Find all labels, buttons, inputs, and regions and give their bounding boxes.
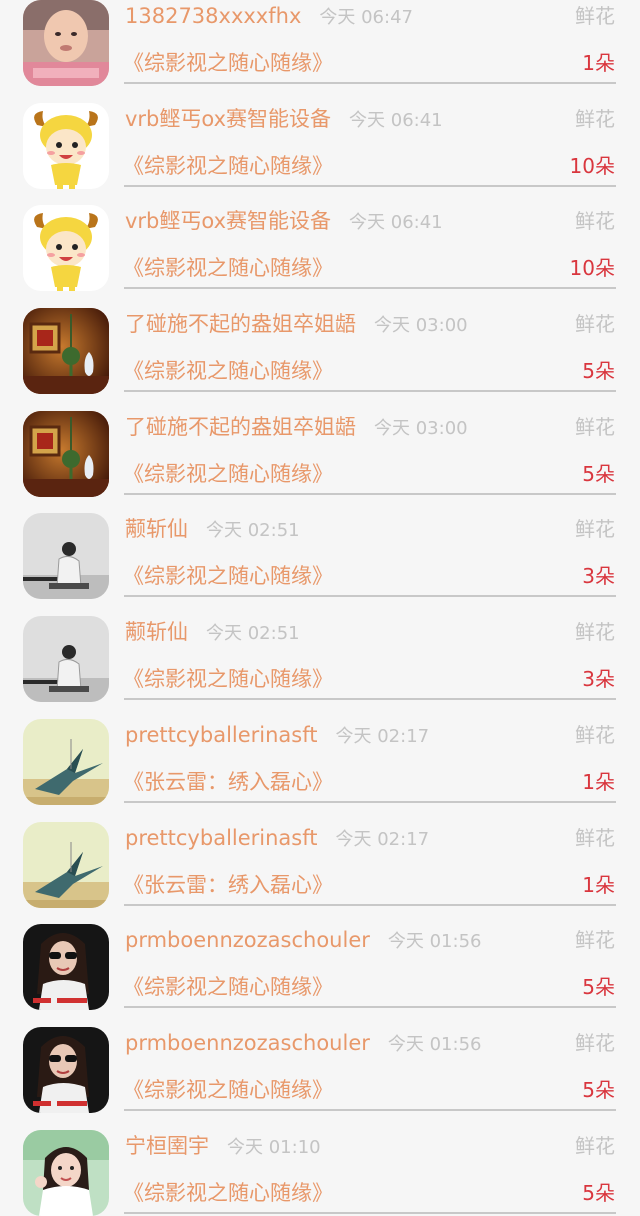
flower-count: 5朵 (582, 461, 615, 486)
user-name-text: prettcyballerinasft (125, 825, 318, 850)
flower-label: 鲜花 (575, 517, 615, 542)
flower-label: 鲜花 (575, 1133, 615, 1158)
timestamp: 今天 01:56 (387, 931, 482, 953)
work-title: 《综影视之随心随缘》 (123, 51, 333, 75)
flower-label: 鲜花 (575, 928, 615, 953)
list-item-1[interactable]: 1382738xxxxfhx 今天 06:47 鲜花 《综影视之随心随缘》 1朵 (0, 0, 640, 86)
flower-count: 1朵 (582, 872, 615, 897)
user-name: 颟斩仙 今天 02:51 (125, 513, 300, 545)
work-title: 《综影视之随心随缘》 (123, 461, 333, 486)
user-name-text: 颟斩仙 (125, 620, 188, 645)
list-item-11[interactable]: prmboennzozaschouler 今天 01:56 鲜花 《综影视之随心随… (0, 1003, 640, 1113)
work-title: 《综影视之随心随缘》 (123, 256, 333, 281)
user-name: 颟斩仙 今天 02:51 (125, 616, 300, 648)
user-name: vrb鲣丐ox赛智能设备 今天 06:41 (125, 205, 443, 237)
sunglasses-woman-photo-avatar[interactable] (23, 924, 109, 1011)
cartoon-goat-icon[interactable] (23, 102, 109, 189)
work-title: 《综影视之随心随缘》 (123, 1077, 333, 1102)
flower-label: 鲜花 (575, 209, 615, 234)
user-name-text: 1382738xxxxfhx (125, 4, 302, 28)
list-item-12[interactable]: 宁桓圉宇 今天 01:10 鲜花 《综影视之随心随缘》 5朵 (0, 1106, 640, 1216)
timestamp: 今天 02:17 (335, 725, 430, 747)
flower-count: 3朵 (582, 667, 615, 692)
user-name: 1382738xxxxfhx 今天 06:47 (125, 0, 413, 32)
flower-count: 1朵 (582, 769, 615, 794)
list-item-3[interactable]: vrb鲣丐ox赛智能设备 今天 06:41 鲜花 《综影视之随心随缘》 10朵 (0, 181, 640, 292)
list-item-8[interactable]: prettcyballerinasft 今天 02:17 鲜花 《张云雷：绣入磊心… (0, 695, 640, 805)
flower-label: 鲜花 (575, 4, 615, 28)
user-name-text: prettcyballerinasft (125, 722, 318, 747)
chinese-decor-photo-avatar[interactable] (23, 308, 109, 395)
flower-label: 鲜花 (575, 414, 615, 439)
user-name-text: 了碰施不起的盎姐卒姐龉 (125, 312, 356, 337)
paper-crane-photo-avatar[interactable] (23, 821, 109, 908)
flower-count: 10朵 (569, 153, 615, 178)
cartoon-goat-icon[interactable] (23, 205, 109, 292)
chinese-decor-photo-avatar[interactable] (23, 410, 109, 497)
work-title: 《综影视之随心随缘》 (123, 975, 333, 1000)
user-name: prmboennzozaschouler 今天 01:56 (125, 924, 481, 956)
flower-count: 5朵 (582, 1077, 615, 1102)
work-title: 《综影视之随心随缘》 (123, 1180, 333, 1205)
list-item-5[interactable]: 了碰施不起的盎姐卒姐龉 今天 03:00 鲜花 《综影视之随心随缘》 5朵 (0, 387, 640, 497)
timestamp: 今天 01:56 (387, 1033, 482, 1055)
baby-photo-avatar[interactable] (23, 0, 109, 86)
gift-record-list: 1382738xxxxfhx 今天 06:47 鲜花 《综影视之随心随缘》 1朵 … (0, 0, 640, 1216)
girl-photo-avatar[interactable] (23, 1129, 109, 1216)
timestamp: 今天 02:51 (206, 520, 300, 542)
list-item-4[interactable]: 了碰施不起的盎姐卒姐龉 今天 03:00 鲜花 《综影视之随心随缘》 5朵 (0, 284, 640, 395)
timestamp: 今天 03:00 (374, 417, 468, 439)
list-item-10[interactable]: prmboennzozaschouler 今天 01:56 鲜花 《综影视之随心随… (0, 900, 640, 1011)
flower-label: 鲜花 (575, 106, 615, 131)
work-title: 《综影视之随心随缘》 (123, 667, 333, 692)
divider (124, 1211, 616, 1214)
sunglasses-woman-photo-avatar[interactable] (23, 1026, 109, 1113)
list-item-9[interactable]: prettcyballerinasft 今天 02:17 鲜花 《张云雷：绣入磊心… (0, 798, 640, 908)
timestamp: 今天 03:00 (374, 315, 468, 337)
list-item-6[interactable]: 颟斩仙 今天 02:51 鲜花 《综影视之随心随缘》 3朵 (0, 489, 640, 600)
user-name: 了碰施不起的盎姐卒姐龉 今天 03:00 (125, 411, 468, 443)
flower-label: 鲜花 (575, 312, 615, 337)
user-name: 了碰施不起的盎姐卒姐龉 今天 03:00 (125, 308, 468, 340)
work-title: 《综影视之随心随缘》 (123, 564, 333, 589)
bw-person-photo-avatar[interactable] (23, 513, 109, 600)
user-name: prmboennzozaschouler 今天 01:56 (125, 1027, 481, 1059)
user-name: 宁桓圉宇 今天 01:10 (125, 1130, 321, 1162)
user-name: vrb鲣丐ox赛智能设备 今天 06:41 (125, 103, 443, 135)
user-name-text: vrb鲣丐ox赛智能设备 (125, 209, 332, 234)
timestamp: 今天 01:10 (227, 1136, 321, 1158)
user-name-text: prmboennzozaschouler (125, 1030, 370, 1055)
timestamp: 今天 02:51 (206, 623, 300, 645)
user-name-text: vrb鲣丐ox赛智能设备 (125, 106, 332, 131)
flower-count: 5朵 (582, 1180, 615, 1205)
user-name-text: 颟斩仙 (125, 517, 188, 542)
flower-label: 鲜花 (575, 825, 615, 850)
flower-count: 5朵 (582, 975, 615, 1000)
timestamp: 今天 06:41 (349, 109, 443, 131)
user-name-text: 宁桓圉宇 (125, 1133, 209, 1158)
user-name: prettcyballerinasft 今天 02:17 (125, 822, 429, 854)
flower-count: 5朵 (582, 359, 615, 384)
list-item-7[interactable]: 颟斩仙 今天 02:51 鲜花 《综影视之随心随缘》 3朵 (0, 592, 640, 703)
flower-label: 鲜花 (575, 722, 615, 747)
flower-count: 3朵 (582, 564, 615, 589)
flower-label: 鲜花 (575, 620, 615, 645)
work-title: 《张云雷：绣入磊心》 (123, 769, 333, 794)
timestamp: 今天 06:41 (349, 212, 443, 234)
user-name: prettcyballerinasft 今天 02:17 (125, 719, 429, 751)
work-title: 《张云雷：绣入磊心》 (123, 872, 333, 897)
bw-person-photo-avatar[interactable] (23, 616, 109, 703)
user-name-text: prmboennzozaschouler (125, 928, 370, 953)
flower-count: 1朵 (582, 51, 615, 75)
flower-label: 鲜花 (575, 1030, 615, 1055)
list-item-2[interactable]: vrb鲣丐ox赛智能设备 今天 06:41 鲜花 《综影视之随心随缘》 10朵 (0, 79, 640, 189)
work-title: 《综影视之随心随缘》 (123, 153, 333, 178)
user-name-text: 了碰施不起的盎姐卒姐龉 (125, 414, 356, 439)
work-title: 《综影视之随心随缘》 (123, 359, 333, 384)
paper-crane-photo-avatar[interactable] (23, 718, 109, 805)
timestamp: 今天 06:47 (319, 7, 413, 28)
timestamp: 今天 02:17 (335, 828, 430, 850)
flower-count: 10朵 (569, 256, 615, 281)
